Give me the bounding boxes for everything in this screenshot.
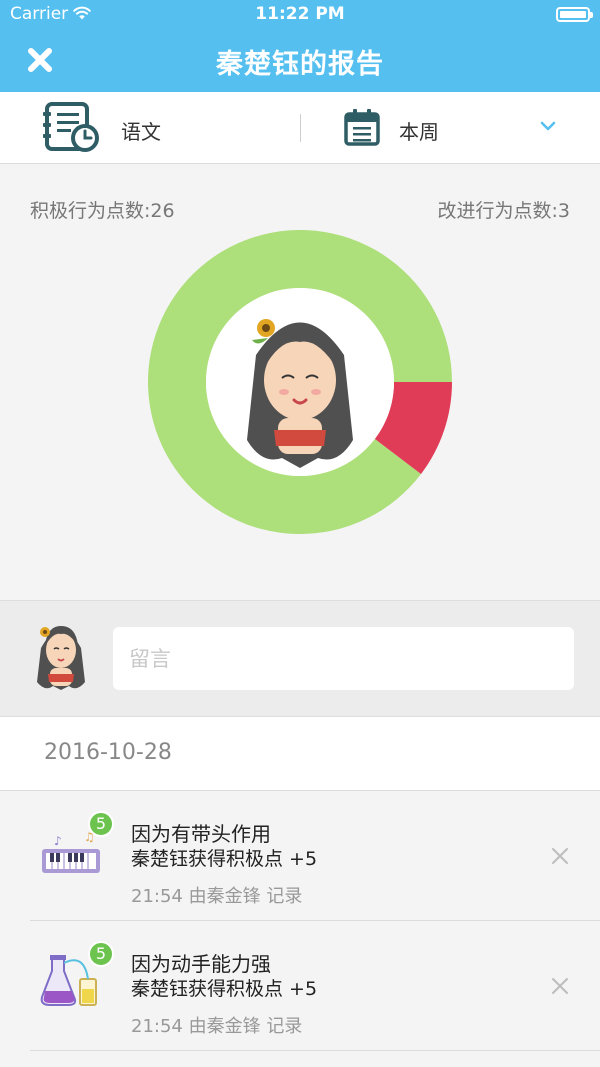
points-badge: 5 (88, 941, 114, 967)
behavior-record[interactable]: 5 因为动手能力强 秦楚钰获得积极点 +5 21:54 由秦金锋 记录 (0, 921, 600, 1051)
period-filter[interactable]: 本周 (301, 92, 600, 164)
svg-text:♪: ♪ (54, 834, 62, 848)
subject-filter[interactable]: 语文 (0, 92, 300, 164)
record-result: 秦楚钰获得积极点 +5 (131, 848, 318, 870)
comment-section (0, 600, 600, 717)
record-reason: 因为动手能力强 (131, 952, 271, 976)
record-result: 秦楚钰获得积极点 +5 (131, 978, 318, 1000)
positive-points-label: 积极行为点数:26 (30, 200, 175, 222)
status-time: 11:22 PM (255, 4, 345, 24)
record-meta: 21:54 由秦金锋 记录 (131, 886, 303, 907)
navigation-bar: 秦楚钰的报告 (0, 28, 600, 92)
period-label: 本周 (399, 120, 439, 144)
behavior-donut-chart (148, 230, 452, 534)
chevron-down-icon[interactable] (538, 118, 558, 134)
behavior-record[interactable]: ♪ ♫ 5 因为有带头作用 秦楚钰获得积极点 +5 21:54 由秦金锋 记录 (0, 791, 600, 921)
student-avatar-small (37, 626, 85, 690)
date-section-header: 2016-10-28 (0, 717, 600, 791)
delete-icon[interactable] (549, 845, 571, 867)
calendar-icon (344, 109, 380, 146)
record-date: 2016-10-28 (44, 740, 172, 765)
record-reason: 因为有带头作用 (131, 822, 271, 846)
behavior-stats: 积极行为点数:26 改进行为点数:3 (0, 165, 600, 600)
battery-icon (556, 7, 593, 22)
page-title: 秦楚钰的报告 (216, 49, 384, 80)
subject-label: 语文 (121, 120, 161, 144)
comment-input[interactable] (113, 627, 574, 690)
record-divider (30, 1050, 600, 1051)
status-bar: Carrier 11:22 PM (0, 0, 600, 28)
record-meta: 21:54 由秦金锋 记录 (131, 1016, 303, 1037)
filter-bar: 语文 本周 (0, 92, 600, 164)
delete-icon[interactable] (549, 975, 571, 997)
subject-book-icon (43, 102, 99, 152)
improve-points-label: 改进行为点数:3 (437, 200, 571, 222)
points-badge: 5 (88, 811, 114, 837)
